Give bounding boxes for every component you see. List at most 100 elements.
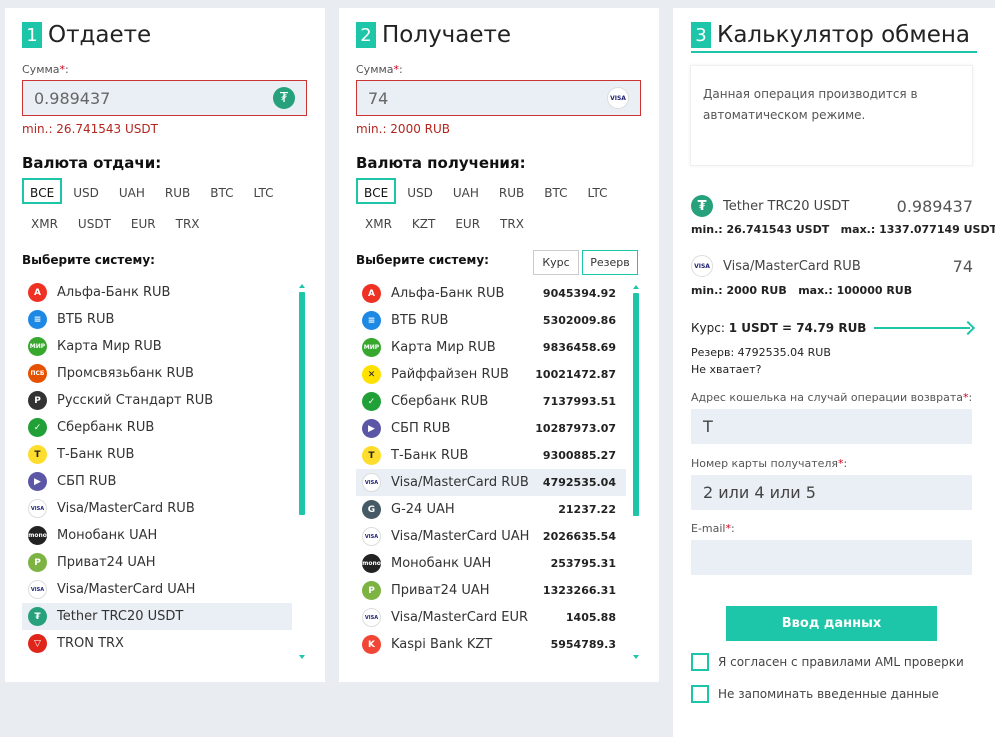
give-amount-input[interactable]: 0.989437 ₮ [22,80,307,116]
system-item[interactable]: ≡ ВТБ RUB 5302009.86 [356,307,626,334]
receive-amount-input[interactable]: 74 VISA [356,80,641,116]
give-amount-label: Сумма*: [22,63,69,76]
alfa-icon: А [362,284,381,303]
currency-tag-eur[interactable]: EUR [446,209,489,235]
system-item[interactable]: P Приват24 UAH 1323266.31 [356,577,626,604]
currency-tag-xmr[interactable]: XMR [22,209,67,235]
card-input[interactable]: 2 или 4 или 5 [691,475,972,510]
currency-tag-trx[interactable]: TRX [491,209,533,235]
system-item[interactable]: Т Т-Банк RUB [22,441,292,468]
give-currency-filter: ВСЕ USD UAH RUB BTC LTC XMR USDT EUR TRX [22,178,312,240]
label-text: Номер карты получателя [691,457,839,470]
system-item[interactable]: А Альфа-Банк RUB 9045394.92 [356,280,626,307]
system-item[interactable]: ▶ СБП RUB [22,468,292,495]
currency-tag-usd[interactable]: USD [398,178,442,204]
system-name: Альфа-Банк RUB [391,286,505,301]
system-item[interactable]: А Альфа-Банк RUB [22,279,292,306]
visa-icon: VISA [28,499,47,518]
calc-from-value: 0.989437 [896,196,973,216]
system-reserve: 253795.31 [550,557,616,570]
system-item[interactable]: P Приват24 UAH [22,549,292,576]
system-item[interactable]: ≡ ВТБ RUB [22,306,292,333]
system-item[interactable]: VISA Visa/MasterCard RUB [22,495,292,522]
mir-icon: МИР [28,337,47,356]
system-reserve: 9836458.69 [542,341,616,354]
system-item[interactable]: ✓ Сбербанк RUB [22,414,292,441]
system-item[interactable]: ПСБ Промсвязьбанк RUB [22,360,292,387]
system-name: Карта Мир RUB [57,339,162,354]
remember-label: Не запоминать введенные данные [718,687,939,701]
sort-by-reserve-button[interactable]: Резерв [582,250,638,275]
system-item[interactable]: ₮ Tether TRC20 USDT [22,603,292,630]
receive-scrollbar[interactable] [633,293,639,516]
scroll-up-arrow[interactable] [633,285,639,289]
currency-tag-eur[interactable]: EUR [122,209,165,235]
currency-tag-btc[interactable]: BTC [201,178,242,204]
wallet-input[interactable]: Т [691,409,972,444]
system-reserve: 21237.22 [558,503,616,516]
step-number: 2 [356,22,376,48]
tether-icon: ₮ [273,87,295,109]
remember-checkbox[interactable] [691,685,709,703]
calc-from-row: ₮ Tether TRC20 USDT 0.989437 [691,195,973,217]
system-item[interactable]: VISA Visa/MasterCard UAH [22,576,292,603]
system-item[interactable]: ▶ СБП RUB 10287973.07 [356,415,626,442]
monobank-icon: mono [362,554,381,573]
scroll-down-arrow[interactable] [299,655,305,659]
system-item[interactable]: ✕ Райффайзен RUB 10021472.87 [356,361,626,388]
give-scrollbar[interactable] [299,292,305,515]
system-item[interactable]: VISA Visa/MasterCard RUB 4792535.04 [356,469,626,496]
system-item[interactable]: Р Русский Стандарт RUB [22,387,292,414]
remember-checkbox-row[interactable]: Не запоминать введенные данные [691,685,939,703]
submit-button[interactable]: Ввод данных [726,606,937,641]
currency-tag-all[interactable]: ВСЕ [22,178,63,204]
aml-checkbox-row[interactable]: Я согласен с правилами AML проверки [691,653,964,671]
not-enough-link[interactable]: Не хватает? [691,363,761,376]
system-item[interactable]: МИР Карта Мир RUB 9836458.69 [356,334,626,361]
system-item[interactable]: VISA Visa/MasterCard EUR 1405.88 [356,604,626,631]
system-item[interactable]: K Kaspi Bank KZT 5954789.3 [356,631,626,658]
system-item[interactable]: G G-24 UAH 21237.22 [356,496,626,523]
tbank-icon: Т [28,445,47,464]
system-item[interactable]: ✓ Сбербанк RUB 7137993.51 [356,388,626,415]
system-item[interactable]: ▽ TRON TRX [22,630,292,657]
currency-tag-ltc[interactable]: LTC [578,178,616,204]
currency-tag-rub[interactable]: RUB [156,178,199,204]
email-input[interactable] [691,540,972,575]
currency-tag-ltc[interactable]: LTC [244,178,282,204]
scroll-up-arrow[interactable] [299,284,305,288]
receive-title: 2 Получаете [356,22,511,48]
currency-tag-usd[interactable]: USD [64,178,108,204]
currency-tag-btc[interactable]: BTC [535,178,576,204]
system-item[interactable]: Т Т-Банк RUB 9300885.27 [356,442,626,469]
system-item[interactable]: mono Монобанк UAH [22,522,292,549]
system-item[interactable]: VISA Visa/MasterCard UAH 2026635.54 [356,523,626,550]
currency-tag-trx[interactable]: TRX [167,209,209,235]
currency-tag-usdt[interactable]: USDT [69,209,120,235]
system-item[interactable]: МИР Карта Мир RUB [22,333,292,360]
tether-icon: ₮ [28,607,47,626]
currency-tag-rub[interactable]: RUB [490,178,533,204]
give-system-heading: Выберите систему: [22,253,155,267]
calc-from-name: Tether TRC20 USDT [723,198,850,214]
system-reserve: 2026635.54 [542,530,616,543]
currency-tag-uah[interactable]: UAH [444,178,488,204]
sort-by-rate-button[interactable]: Курс [533,250,579,275]
aml-checkbox[interactable] [691,653,709,671]
give-currency-heading: Валюта отдачи: [22,154,162,172]
currency-tag-all[interactable]: ВСЕ [356,178,397,204]
sber-icon: ✓ [28,418,47,437]
required-mark: * [393,63,400,76]
aml-label: Я согласен с правилами AML проверки [718,655,964,669]
system-reserve: 10021472.87 [535,368,616,381]
currency-tag-xmr[interactable]: XMR [356,209,401,235]
system-item[interactable]: mono Монобанк UAH 253795.31 [356,550,626,577]
currency-tag-uah[interactable]: UAH [110,178,154,204]
system-name: G-24 UAH [391,502,455,517]
step-number: 3 [691,22,711,48]
system-name: Монобанк UAH [391,556,492,571]
currency-tag-kzt[interactable]: KZT [403,209,444,235]
raiffeisen-icon: ✕ [362,365,381,384]
visa-icon: VISA [691,255,713,277]
scroll-down-arrow[interactable] [633,655,639,659]
